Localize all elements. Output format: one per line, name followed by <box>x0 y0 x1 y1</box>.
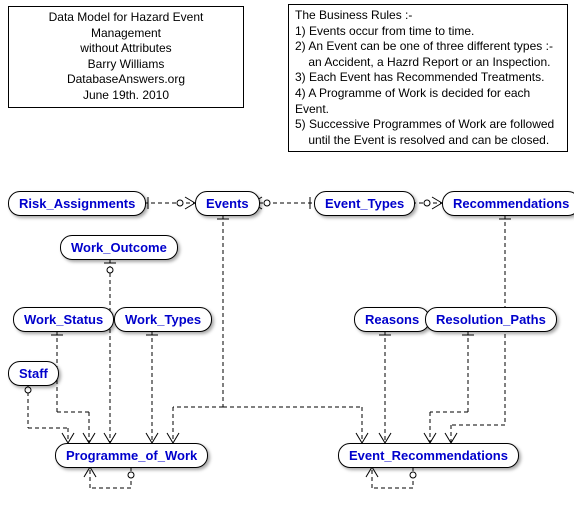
entity-work-types: Work_Types <box>114 307 212 332</box>
entity-recommendations: Recommendations <box>442 191 574 216</box>
entity-resolution-paths: Resolution_Paths <box>425 307 557 332</box>
rules-heading: The Business Rules :- <box>295 8 561 24</box>
entity-work-outcome: Work_Outcome <box>60 235 178 260</box>
rules-r2: 2) An Event can be one of three differen… <box>295 39 561 55</box>
rules-r3: 3) Each Event has Recommended Treatments… <box>295 70 561 86</box>
rules-r2b: an Accident, a Hazrd Report or an Inspec… <box>295 55 561 71</box>
rules-r5: 5) Successive Programmes of Work are fol… <box>295 117 561 133</box>
title-line-4: DatabaseAnswers.org <box>15 72 237 88</box>
title-line-5: June 19th. 2010 <box>15 88 237 104</box>
business-rules-box: The Business Rules :- 1) Events occur fr… <box>288 4 568 152</box>
entity-staff: Staff <box>8 361 59 386</box>
rules-r1: 1) Events occur from time to time. <box>295 24 561 40</box>
entity-event-types: Event_Types <box>314 191 415 216</box>
diagram-canvas: Data Model for Hazard Event Management w… <box>0 0 574 509</box>
entity-risk-assignments: Risk_Assignments <box>8 191 146 216</box>
entity-programme-of-work: Programme_of_Work <box>55 443 208 468</box>
entity-events: Events <box>195 191 260 216</box>
rules-r5b: until the Event is resolved and can be c… <box>295 133 561 149</box>
rules-r4: 4) A Programme of Work is decided for ea… <box>295 86 561 117</box>
title-box: Data Model for Hazard Event Management w… <box>8 6 244 108</box>
entity-work-status: Work_Status <box>13 307 114 332</box>
entity-reasons: Reasons <box>354 307 430 332</box>
title-line-1: Data Model for Hazard Event Management <box>15 10 237 41</box>
entity-event-recommendations: Event_Recommendations <box>338 443 519 468</box>
title-line-2: without Attributes <box>15 41 237 57</box>
title-line-3: Barry Williams <box>15 57 237 73</box>
